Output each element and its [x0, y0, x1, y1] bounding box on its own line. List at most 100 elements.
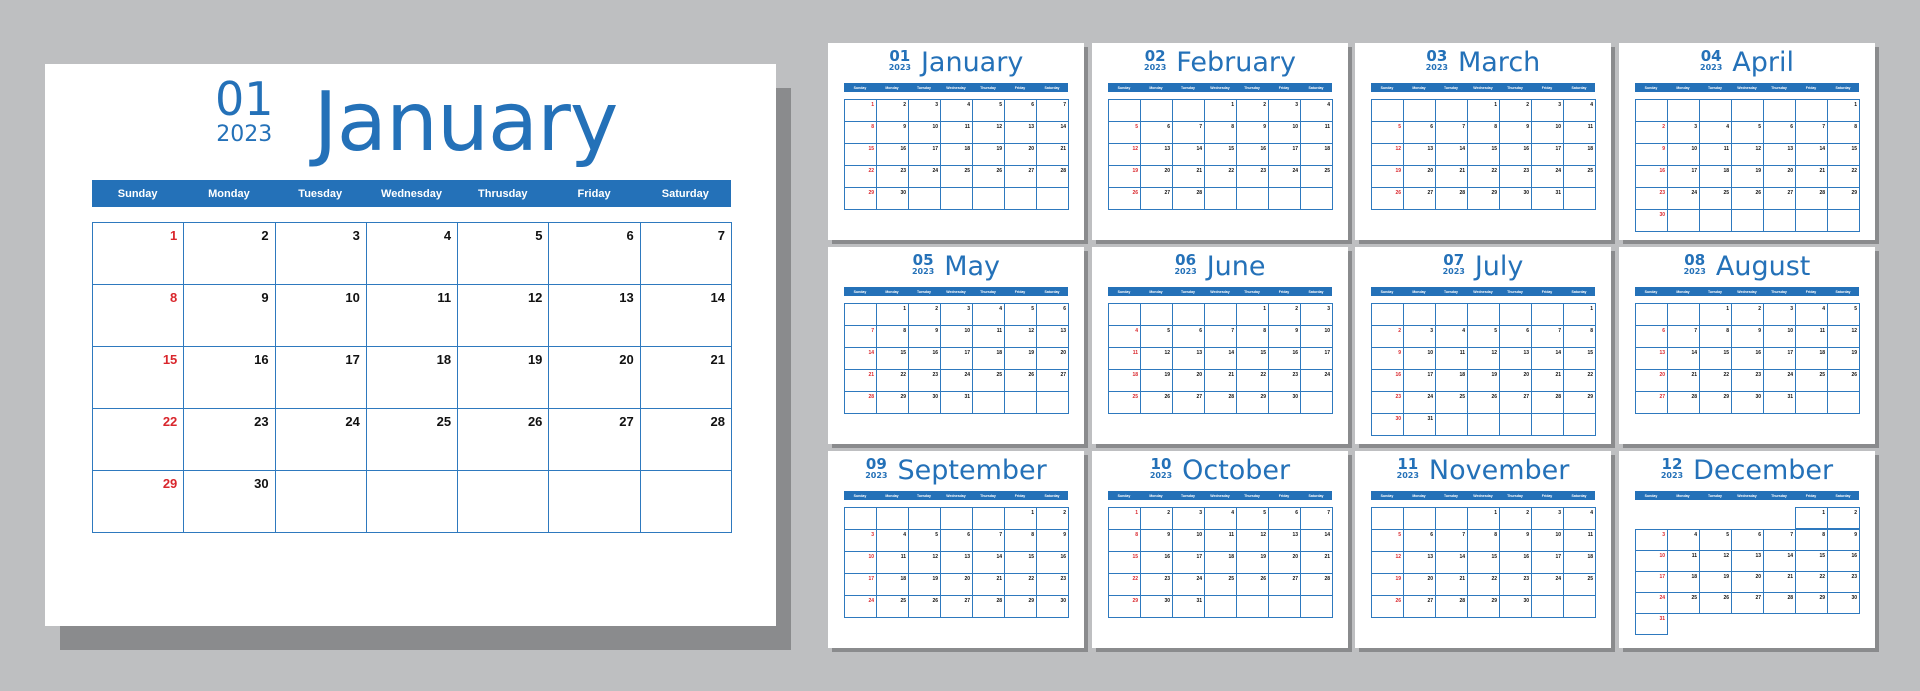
day-cell[interactable]: 8: [1109, 530, 1141, 552]
day-cell[interactable]: 11: [1301, 122, 1333, 144]
day-cell[interactable]: 12: [458, 285, 550, 347]
day-cell[interactable]: 18: [1796, 348, 1828, 370]
day-cell[interactable]: 14: [1173, 144, 1205, 166]
day-cell[interactable]: 18: [1700, 166, 1732, 188]
day-cell[interactable]: 26: [1699, 592, 1732, 614]
day-cell[interactable]: 7: [1436, 530, 1468, 552]
day-cell[interactable]: 17: [1269, 144, 1301, 166]
day-cell[interactable]: 2: [1372, 326, 1404, 348]
day-cell[interactable]: 17: [845, 574, 877, 596]
day-cell[interactable]: 20: [1764, 166, 1796, 188]
day-cell[interactable]: 3: [1301, 304, 1333, 326]
day-cell[interactable]: 20: [1636, 370, 1668, 392]
day-cell[interactable]: 4: [877, 530, 909, 552]
day-cell[interactable]: 31: [1764, 392, 1796, 414]
day-cell[interactable]: 6: [1141, 122, 1173, 144]
day-cell[interactable]: 6: [1173, 326, 1205, 348]
day-cell[interactable]: 19: [1732, 166, 1764, 188]
day-cell[interactable]: 5: [1828, 304, 1860, 326]
day-cell[interactable]: 21: [1796, 166, 1828, 188]
day-cell[interactable]: 8: [1828, 122, 1860, 144]
day-cell[interactable]: 22: [1468, 166, 1500, 188]
day-cell[interactable]: 3: [845, 530, 877, 552]
day-cell[interactable]: 12: [973, 122, 1005, 144]
day-cell[interactable]: 9: [1500, 122, 1532, 144]
day-cell[interactable]: 28: [1173, 188, 1205, 210]
day-cell[interactable]: 9: [1500, 530, 1532, 552]
day-cell[interactable]: 9: [184, 285, 276, 347]
day-cell[interactable]: 4: [1301, 100, 1333, 122]
day-cell[interactable]: 23: [1372, 392, 1404, 414]
day-cell[interactable]: 15: [1828, 144, 1860, 166]
day-cell[interactable]: 5: [1372, 530, 1404, 552]
day-cell[interactable]: 31: [1532, 188, 1564, 210]
day-cell[interactable]: 25: [1796, 370, 1828, 392]
day-cell[interactable]: 29: [1237, 392, 1269, 414]
day-cell[interactable]: 3: [1404, 326, 1436, 348]
day-cell[interactable]: 17: [941, 348, 973, 370]
day-cell[interactable]: 9: [1827, 529, 1860, 551]
day-cell[interactable]: 15: [1205, 144, 1237, 166]
day-cell[interactable]: 15: [1237, 348, 1269, 370]
day-cell[interactable]: 22: [1468, 574, 1500, 596]
day-cell[interactable]: 6: [1037, 304, 1069, 326]
day-cell[interactable]: 24: [909, 166, 941, 188]
day-cell[interactable]: 6: [941, 530, 973, 552]
day-cell[interactable]: 12: [1699, 550, 1732, 572]
day-cell[interactable]: 23: [1500, 166, 1532, 188]
day-cell[interactable]: 1: [1468, 508, 1500, 530]
day-cell[interactable]: 17: [1635, 571, 1668, 593]
day-cell[interactable]: 24: [1532, 574, 1564, 596]
day-cell[interactable]: 3: [275, 223, 367, 285]
day-cell[interactable]: 14: [1037, 122, 1069, 144]
day-cell[interactable]: 11: [1436, 348, 1468, 370]
day-cell[interactable]: 13: [1731, 550, 1764, 572]
day-cell[interactable]: 1: [1795, 507, 1828, 529]
day-cell[interactable]: 30: [909, 392, 941, 414]
day-cell[interactable]: 8: [1468, 530, 1500, 552]
day-cell[interactable]: 12: [1109, 144, 1141, 166]
day-cell[interactable]: 7: [640, 223, 732, 285]
day-cell[interactable]: 3: [1532, 508, 1564, 530]
day-cell[interactable]: 7: [973, 530, 1005, 552]
day-cell[interactable]: 4: [1564, 508, 1596, 530]
day-cell[interactable]: 12: [1237, 530, 1269, 552]
day-cell[interactable]: 1: [1005, 508, 1037, 530]
day-cell[interactable]: 10: [941, 326, 973, 348]
day-cell[interactable]: 20: [549, 347, 641, 409]
day-cell[interactable]: 25: [1436, 392, 1468, 414]
day-cell[interactable]: 11: [366, 285, 459, 347]
day-cell[interactable]: 16: [1237, 144, 1269, 166]
day-cell[interactable]: 16: [1500, 552, 1532, 574]
day-cell[interactable]: 30: [1732, 392, 1764, 414]
day-cell[interactable]: 11: [1205, 530, 1237, 552]
day-cell[interactable]: 16: [1732, 348, 1764, 370]
day-cell[interactable]: 1: [1109, 508, 1141, 530]
day-cell[interactable]: 28: [1205, 392, 1237, 414]
day-cell[interactable]: 18: [1205, 552, 1237, 574]
day-cell[interactable]: 21: [1436, 574, 1468, 596]
day-cell[interactable]: 2: [877, 100, 909, 122]
day-cell[interactable]: 21: [1532, 370, 1564, 392]
day-cell[interactable]: 13: [1037, 326, 1069, 348]
day-cell[interactable]: 4: [1205, 508, 1237, 530]
day-cell[interactable]: 21: [1301, 552, 1333, 574]
day-cell[interactable]: 20: [1173, 370, 1205, 392]
day-cell[interactable]: 11: [1700, 144, 1732, 166]
day-cell[interactable]: 20: [1269, 552, 1301, 574]
day-cell[interactable]: 18: [366, 347, 459, 409]
day-cell[interactable]: 18: [1301, 144, 1333, 166]
day-cell[interactable]: 7: [1173, 122, 1205, 144]
day-cell[interactable]: 6: [549, 223, 641, 285]
day-cell[interactable]: 28: [1301, 574, 1333, 596]
day-cell[interactable]: 23: [877, 166, 909, 188]
day-cell[interactable]: 4: [1700, 122, 1732, 144]
day-cell[interactable]: 29: [1468, 596, 1500, 618]
day-cell[interactable]: 27: [1269, 574, 1301, 596]
day-cell[interactable]: 16: [184, 347, 276, 409]
day-cell[interactable]: 9: [877, 122, 909, 144]
day-cell[interactable]: 10: [1404, 348, 1436, 370]
day-cell[interactable]: 17: [1173, 552, 1205, 574]
day-cell[interactable]: 29: [1564, 392, 1596, 414]
day-cell[interactable]: 19: [1372, 574, 1404, 596]
